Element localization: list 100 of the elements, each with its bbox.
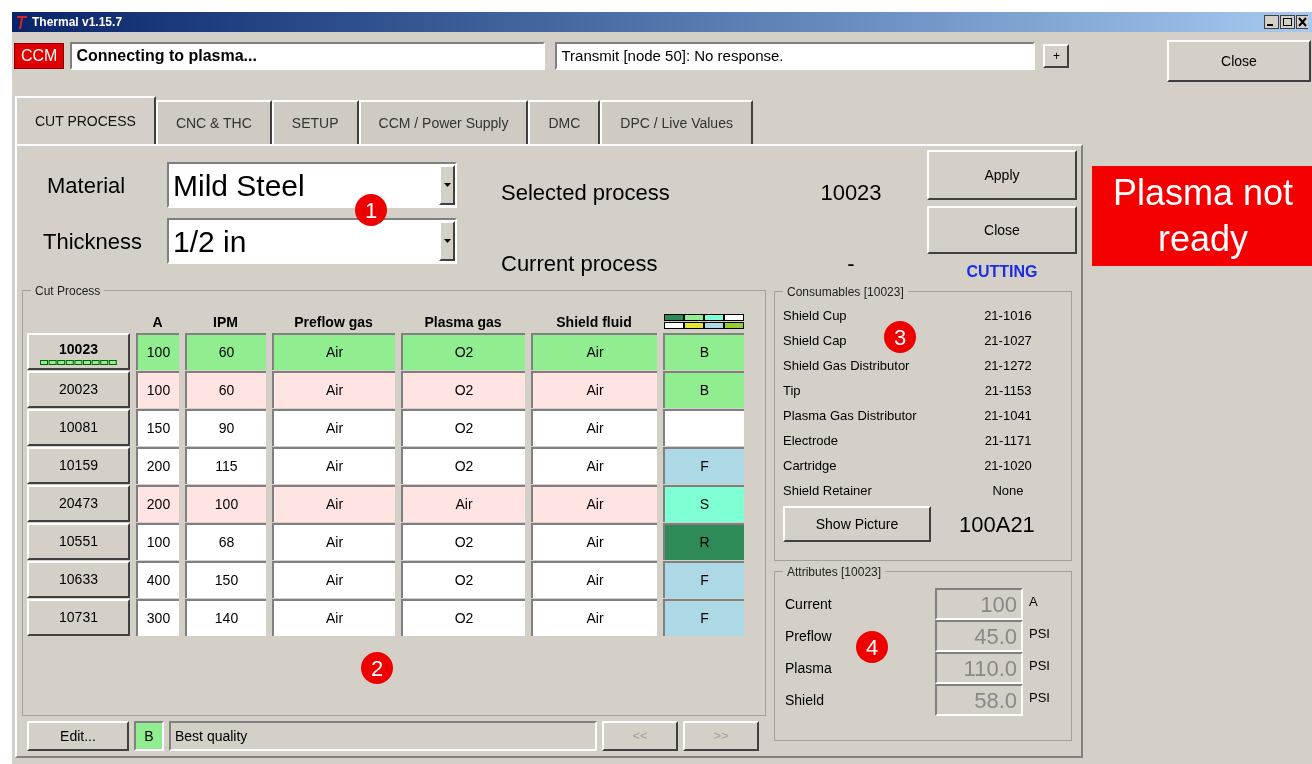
quality-cell: B — [663, 333, 744, 370]
table-cell: Air — [531, 485, 657, 522]
table-cell: 400 — [136, 561, 179, 598]
tab[interactable]: CUT PROCESS — [15, 96, 156, 144]
table-cell: 60 — [185, 333, 266, 370]
table-cell: Air — [531, 599, 657, 636]
quality-description-field: Best quality — [169, 721, 597, 751]
attribute-unit: A — [1029, 593, 1038, 611]
close-button[interactable]: Close — [927, 206, 1077, 254]
window-title: Thermal v1.15.7 — [32, 14, 123, 31]
transmit-status-field: Transmit [node 50]: No response. — [555, 42, 1036, 70]
torch-code: 100A21 — [959, 510, 1035, 539]
consumable-part-number: 21-1272 — [983, 357, 1033, 375]
process-button[interactable]: 10023 — [27, 333, 130, 370]
process-button[interactable]: 10731 — [27, 599, 130, 636]
dropdown-arrow-icon — [443, 183, 451, 187]
column-header: Plasma gas — [423, 312, 503, 332]
table-cell: Air — [272, 561, 395, 598]
ccm-badge: CCM — [14, 43, 65, 69]
attribute-label: Preflow — [785, 626, 833, 646]
table-cell: 100 — [136, 371, 179, 408]
table-cell: Air — [272, 371, 395, 408]
process-button[interactable]: 10551 — [27, 523, 130, 560]
table-cell: 140 — [185, 599, 266, 636]
consumable-name: Cartridge — [783, 457, 837, 475]
table-cell: O2 — [401, 409, 525, 446]
column-header: A — [151, 312, 164, 332]
selected-process-label: Selected process — [501, 179, 671, 207]
tab[interactable]: SETUP — [271, 100, 359, 144]
consumable-name: Tip — [783, 382, 801, 400]
table-cell: Air — [272, 333, 395, 370]
consumable-name: Shield Gas Distributor — [783, 357, 910, 375]
consumable-part-number: 21-1153 — [983, 382, 1033, 400]
table-cell: Air — [401, 485, 525, 522]
expand-button[interactable]: + — [1043, 44, 1070, 68]
table-cell: 115 — [185, 447, 266, 484]
tab[interactable]: DPC / Live Values — [600, 100, 753, 144]
table-cell: 150 — [136, 409, 179, 446]
table-cell: Air — [272, 447, 395, 484]
selection-indicator-icon — [39, 359, 118, 365]
table-cell: Air — [531, 409, 657, 446]
column-header: IPM — [212, 312, 239, 332]
consumable-part-number: None — [991, 482, 1025, 500]
consumable-part-number: 21-1041 — [983, 407, 1033, 425]
show-picture-button[interactable]: Show Picture — [783, 506, 931, 542]
attribute-unit: PSI — [1029, 657, 1050, 675]
table-cell: 90 — [185, 409, 266, 446]
plasma-status-banner: Plasma not ready — [1092, 166, 1312, 266]
table-cell: 200 — [136, 485, 179, 522]
table-cell: Air — [272, 485, 395, 522]
minimize-icon[interactable] — [1264, 15, 1279, 29]
process-button[interactable]: 20023 — [27, 371, 130, 408]
process-button[interactable]: 10159 — [27, 447, 130, 484]
table-cell: Air — [531, 523, 657, 560]
table-cell: 100 — [185, 485, 266, 522]
quality-cell: F — [663, 447, 744, 484]
close-icon[interactable] — [1296, 15, 1308, 29]
apply-button[interactable]: Apply — [927, 150, 1077, 200]
consumable-name: Shield Retainer — [783, 482, 872, 500]
quality-legend-icon — [663, 314, 744, 330]
process-button[interactable]: 20473 — [27, 485, 130, 522]
attribute-unit: PSI — [1029, 689, 1050, 707]
table-cell: Air — [531, 561, 657, 598]
attribute-value-field: 45.0 — [935, 620, 1023, 652]
table-cell: O2 — [401, 371, 525, 408]
tab[interactable]: CCM / Power Supply — [358, 100, 529, 144]
table-cell: Air — [531, 333, 657, 370]
maximize-icon[interactable] — [1280, 15, 1295, 29]
table-cell: 68 — [185, 523, 266, 560]
thickness-dropdown[interactable]: 1/2 in — [167, 218, 457, 264]
selected-process-value: 10023 — [819, 179, 883, 207]
tab[interactable]: CNC & THC — [155, 100, 272, 144]
thickness-label: Thickness — [42, 227, 144, 256]
table-cell: O2 — [401, 561, 525, 598]
window-close-button[interactable]: Close — [1167, 40, 1311, 82]
attribute-value-field: 110.0 — [935, 652, 1023, 684]
table-cell: 150 — [185, 561, 266, 598]
process-button[interactable]: 10081 — [27, 409, 130, 446]
table-cell: 100 — [136, 333, 179, 370]
tab[interactable]: DMC — [528, 100, 601, 144]
current-process-value: - — [846, 250, 856, 278]
consumable-name: Electrode — [783, 432, 838, 450]
table-cell: Air — [531, 371, 657, 408]
attribute-value-field: 100 — [935, 588, 1023, 620]
quality-cell: B — [663, 371, 744, 408]
edit-button[interactable]: Edit... — [27, 721, 129, 751]
table-cell: Air — [531, 447, 657, 484]
consumable-name: Shield Cup — [783, 307, 847, 325]
consumable-part-number: 21-1027 — [983, 332, 1033, 350]
table-cell: O2 — [401, 599, 525, 636]
attribute-label: Current — [785, 594, 833, 614]
column-header: Preflow gas — [293, 312, 374, 332]
table-cell: 100 — [136, 523, 179, 560]
table-cell: 200 — [136, 447, 179, 484]
attribute-label: Shield — [785, 690, 825, 710]
current-process-label: Current process — [501, 250, 659, 278]
process-button[interactable]: 10633 — [27, 561, 130, 598]
app-logo-icon — [16, 14, 28, 30]
table-cell: Air — [272, 409, 395, 446]
attribute-label: Plasma — [785, 658, 833, 678]
